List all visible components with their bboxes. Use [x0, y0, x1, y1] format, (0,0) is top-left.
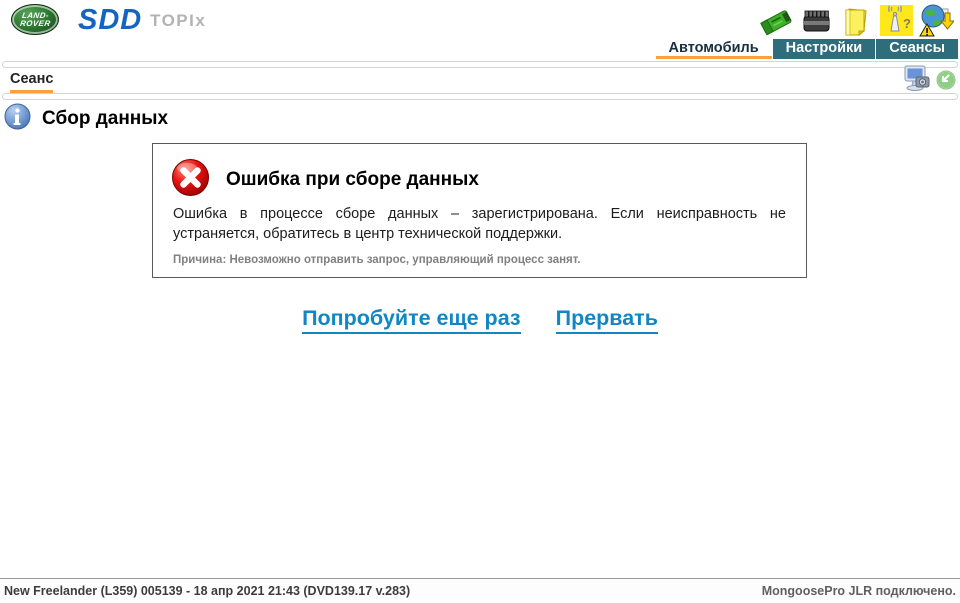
device-connection-status: MongoosePro JLR подключено.: [761, 584, 956, 598]
tab-settings[interactable]: Настройки: [772, 39, 876, 59]
page-title: Сбор данных: [42, 108, 169, 129]
separator-bar-bottom: [2, 93, 958, 100]
land-rover-logo-icon: LAND- ROVER: [11, 4, 59, 35]
tab-sessions[interactable]: Сеансы: [876, 39, 958, 59]
minimize-icon[interactable]: [936, 70, 956, 95]
retry-link[interactable]: Попробуйте еще раз: [302, 306, 521, 334]
subtab-session[interactable]: Сеанс: [10, 71, 54, 93]
logo-text-bottom: ROVER: [19, 18, 51, 28]
error-icon: [171, 158, 210, 202]
separator-bar-top: [2, 61, 958, 68]
topix-label: TOPIx: [150, 11, 207, 30]
error-cause: Причина: Невозможно отправить запрос, уп…: [173, 254, 581, 266]
notes-icon[interactable]: [839, 3, 874, 38]
error-header: Ошибка при сборе данных: [171, 158, 479, 202]
cancel-link[interactable]: Прервать: [555, 306, 658, 334]
status-bar: New Freelander (L359) 005139 - 18 апр 20…: [0, 578, 960, 603]
info-icon: [4, 103, 31, 135]
update-download-icon[interactable]: [919, 3, 954, 38]
sdd-brand-logo: SDD: [78, 4, 143, 36]
main-tabbar: Автомобиль Настройки Сеансы: [655, 39, 958, 59]
battery-icon[interactable]: [799, 3, 834, 38]
error-dialog: Ошибка при сборе данных Ошибка в процесс…: [152, 143, 807, 278]
error-title: Ошибка при сборе данных: [226, 169, 479, 190]
vci-device-icon[interactable]: [759, 3, 794, 38]
error-message: Ошибка в процессе сборе данных – зарегис…: [173, 206, 786, 242]
app-header: LAND- ROVER SDD TOPIx ?: [0, 0, 960, 38]
action-links: Попробуйте еще раз Прервать: [0, 306, 960, 334]
wireless-help-icon[interactable]: ?: [879, 3, 914, 38]
page-title-row: Сбор данных: [4, 103, 168, 135]
header-toolbar: ?: [759, 3, 954, 38]
tab-vehicle[interactable]: Автомобиль: [655, 39, 772, 59]
vehicle-info-status: New Freelander (L359) 005139 - 18 апр 20…: [4, 584, 411, 598]
question-glyph: ?: [903, 16, 911, 31]
session-bar: Сеанс: [0, 65, 960, 95]
